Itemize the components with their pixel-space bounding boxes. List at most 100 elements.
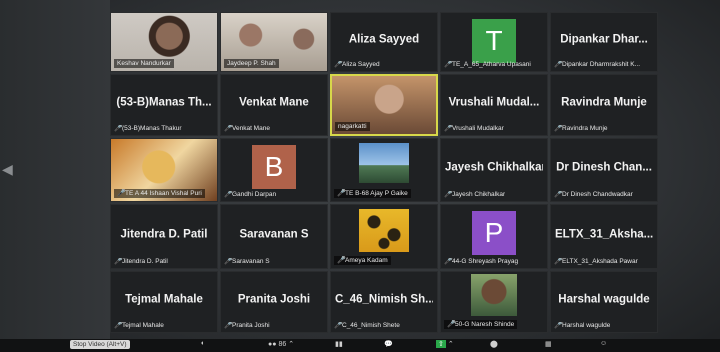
participant-name-label: Jaydeep P. Shah bbox=[224, 59, 279, 68]
participant-tile[interactable]: Pranita Joshi 🎤 Pranita Joshi bbox=[220, 271, 328, 333]
record-icon[interactable]: ⬤ bbox=[490, 340, 498, 348]
participant-tile[interactable]: Jitendra D. Patil 🎤 Jitendra D. Patil bbox=[110, 204, 218, 269]
participant-tile[interactable]: Harshal wagulde 🎤 Harshal wagulde bbox=[550, 271, 658, 333]
participant-tile[interactable]: Tejmal Mahale 🎤 Tejmal Mahale bbox=[110, 271, 218, 333]
participant-name: nagarkatti bbox=[338, 123, 367, 130]
participant-name: Gandhi Darpan bbox=[232, 191, 277, 198]
participant-tile[interactable]: nagarkatti bbox=[330, 74, 438, 136]
muted-mic-icon: 🎤 bbox=[334, 322, 343, 329]
participant-name-label: 🎤 Jitendra D. Patil bbox=[114, 258, 168, 265]
participant-avatar: P bbox=[472, 211, 516, 255]
participant-display-name: Dipankar Dhar... bbox=[560, 33, 648, 46]
prev-page-icon[interactable]: ◀ bbox=[2, 160, 13, 178]
participant-name-label: 🎤 Dipankar Dharmrakshit K... bbox=[554, 61, 640, 68]
participant-name: ELTX_31_Akshada Pawar bbox=[562, 258, 638, 265]
participant-name: Tejmal Mahale bbox=[122, 322, 164, 329]
participant-name: Keshav Nandurkar bbox=[117, 60, 171, 67]
participant-name-label: 🎤 TE_A_65_Atharva Upasani bbox=[444, 61, 531, 68]
muted-mic-icon: 🎤 bbox=[554, 191, 563, 198]
left-edge bbox=[0, 0, 110, 352]
participant-tile[interactable]: C_46_Nimish Sh... 🎤 C_46_Nimish Shete bbox=[330, 271, 438, 333]
stop-video-tooltip: Stop Video (Alt+V) bbox=[70, 340, 130, 349]
participant-name: Vrushali Mudalkar bbox=[452, 125, 504, 132]
muted-mic-icon: 🎤 bbox=[114, 322, 123, 329]
muted-mic-icon: 🎤 bbox=[554, 258, 563, 265]
participant-name-label: 🎤 50-G Naresh Shinde bbox=[444, 320, 518, 329]
polls-icon[interactable]: ▮▮ bbox=[335, 340, 343, 348]
participant-tile[interactable]: Dr Dinesh Chan... 🎤 Dr Dinesh Chandwadkar bbox=[550, 138, 658, 202]
participant-name-label: 🎤 Ravindra Munje bbox=[554, 125, 608, 132]
participant-name: C_46_Nimish Shete bbox=[342, 322, 400, 329]
participant-name-label: 🎤 C_46_Nimish Shete bbox=[334, 322, 400, 329]
participant-video bbox=[471, 274, 517, 316]
participant-name: Venkat Mane bbox=[232, 125, 270, 132]
participant-display-name: Ravindra Munje bbox=[561, 96, 647, 109]
participant-display-name: (53-B)Manas Th... bbox=[116, 96, 212, 109]
participant-display-name: Jayesh Chikhalkar bbox=[445, 161, 543, 174]
participant-video bbox=[359, 143, 409, 183]
participant-tile[interactable]: Saravanan S 🎤 Saravanan S bbox=[220, 204, 328, 269]
participant-name-label: 🎤 Gandhi Darpan bbox=[224, 191, 276, 198]
participant-tile[interactable]: B 🎤 Gandhi Darpan bbox=[220, 138, 328, 202]
participant-display-name: Venkat Mane bbox=[239, 96, 309, 109]
participant-name: TE B-68 Ajay P Gaike bbox=[345, 190, 408, 197]
muted-mic-icon: 🎤 bbox=[447, 321, 456, 328]
share-screen-icon[interactable]: ⇧ ⌃ bbox=[436, 340, 454, 348]
muted-mic-icon: 🎤 bbox=[114, 125, 123, 132]
muted-mic-icon: 🎤 bbox=[554, 61, 563, 68]
muted-mic-icon: 🎤 bbox=[224, 125, 233, 132]
participant-name-label: 🎤 Ameya Kadam bbox=[334, 256, 391, 265]
participants-icon: ●● bbox=[268, 340, 277, 348]
participant-tile[interactable]: ELTX_31_Aksha... 🎤 ELTX_31_Akshada Pawar bbox=[550, 204, 658, 269]
participant-tile[interactable]: Ravindra Munje 🎤 Ravindra Munje bbox=[550, 74, 658, 136]
muted-mic-icon: 🎤 bbox=[114, 258, 123, 265]
participant-name: TE A 44 Ishaan Vishal Puri bbox=[125, 190, 202, 197]
participant-name: (53-B)Manas Thakur bbox=[122, 125, 182, 132]
participant-tile[interactable]: Venkat Mane 🎤 Venkat Mane bbox=[220, 74, 328, 136]
audio-icon[interactable]: ◖ bbox=[200, 340, 204, 347]
participant-name: Harshal wagulde bbox=[562, 322, 611, 329]
participant-display-name: Harshal wagulde bbox=[558, 293, 650, 306]
participant-tile[interactable]: Vrushali Mudal... 🎤 Vrushali Mudalkar bbox=[440, 74, 548, 136]
participant-display-name: ELTX_31_Aksha... bbox=[555, 228, 653, 241]
participant-tile[interactable]: P 🎤 44-G Shreyash Prayag bbox=[440, 204, 548, 269]
muted-mic-icon: 🎤 bbox=[444, 61, 453, 68]
participant-display-name: Tejmal Mahale bbox=[125, 293, 203, 306]
participant-display-name: Jitendra D. Patil bbox=[120, 228, 208, 241]
chat-icon[interactable]: 💬 bbox=[384, 340, 393, 348]
participant-tile[interactable]: 🎤 TE A 44 Ishaan Vishal Puri bbox=[110, 138, 218, 202]
participant-avatar: B bbox=[252, 145, 296, 189]
apps-icon[interactable]: ▦ bbox=[545, 340, 552, 348]
participant-tile[interactable]: T 🎤 TE_A_65_Atharva Upasani bbox=[440, 12, 548, 72]
participant-tile[interactable]: Dipankar Dhar... 🎤 Dipankar Dharmrakshit K… bbox=[550, 12, 658, 72]
participant-tile[interactable]: 🎤 50-G Naresh Shinde bbox=[440, 271, 548, 333]
participant-tile[interactable]: (53-B)Manas Th... 🎤 (53-B)Manas Thakur bbox=[110, 74, 218, 136]
participant-name: 50-G Naresh Shinde bbox=[455, 321, 515, 328]
muted-mic-icon: 🎤 bbox=[224, 258, 233, 265]
participant-name: 44-G Shreyash Prayag bbox=[452, 258, 519, 265]
participant-name-label: 🎤 Harshal wagulde bbox=[554, 322, 610, 329]
participant-tile[interactable]: 🎤 Ameya Kadam bbox=[330, 204, 438, 269]
participant-name-label: 🎤 Tejmal Mahale bbox=[114, 322, 164, 329]
participant-tile[interactable]: Jayesh Chikhalkar 🎤 Jayesh Chikhalkar bbox=[440, 138, 548, 202]
participant-name-label: 🎤 Jayesh Chikhalkar bbox=[444, 191, 505, 198]
participant-name-label: 🎤 Saravanan S bbox=[224, 258, 270, 265]
participant-tile[interactable]: Keshav Nandurkar bbox=[110, 12, 218, 72]
gallery-grid: Keshav Nandurkar Jaydeep P. Shah Aliza Say… bbox=[110, 12, 658, 338]
participant-name: Dipankar Dharmrakshit K... bbox=[562, 61, 641, 68]
participant-name-label: Keshav Nandurkar bbox=[114, 59, 174, 68]
participant-tile[interactable]: 🎤 TE B-68 Ajay P Gaike bbox=[330, 138, 438, 202]
muted-mic-icon: 🎤 bbox=[337, 257, 346, 264]
participant-name-label: 🎤 Aliza Sayyed bbox=[334, 61, 380, 68]
participant-display-name: Saravanan S bbox=[239, 228, 309, 241]
participant-name-label: 🎤 ELTX_31_Akshada Pawar bbox=[554, 258, 638, 265]
participant-tile[interactable]: Jaydeep P. Shah bbox=[220, 12, 328, 72]
muted-mic-icon: 🎤 bbox=[444, 125, 453, 132]
participant-tile[interactable]: Aliza Sayyed 🎤 Aliza Sayyed bbox=[330, 12, 438, 72]
participant-display-name: Aliza Sayyed bbox=[348, 33, 420, 46]
participant-display-name: C_46_Nimish Sh... bbox=[335, 293, 433, 306]
participants-button[interactable]: ●● 86 ⌃ bbox=[268, 340, 294, 349]
reactions-icon[interactable]: ☺ bbox=[600, 340, 607, 347]
participant-name-label: 🎤 Vrushali Mudalkar bbox=[444, 125, 504, 132]
muted-mic-icon: 🎤 bbox=[224, 322, 233, 329]
